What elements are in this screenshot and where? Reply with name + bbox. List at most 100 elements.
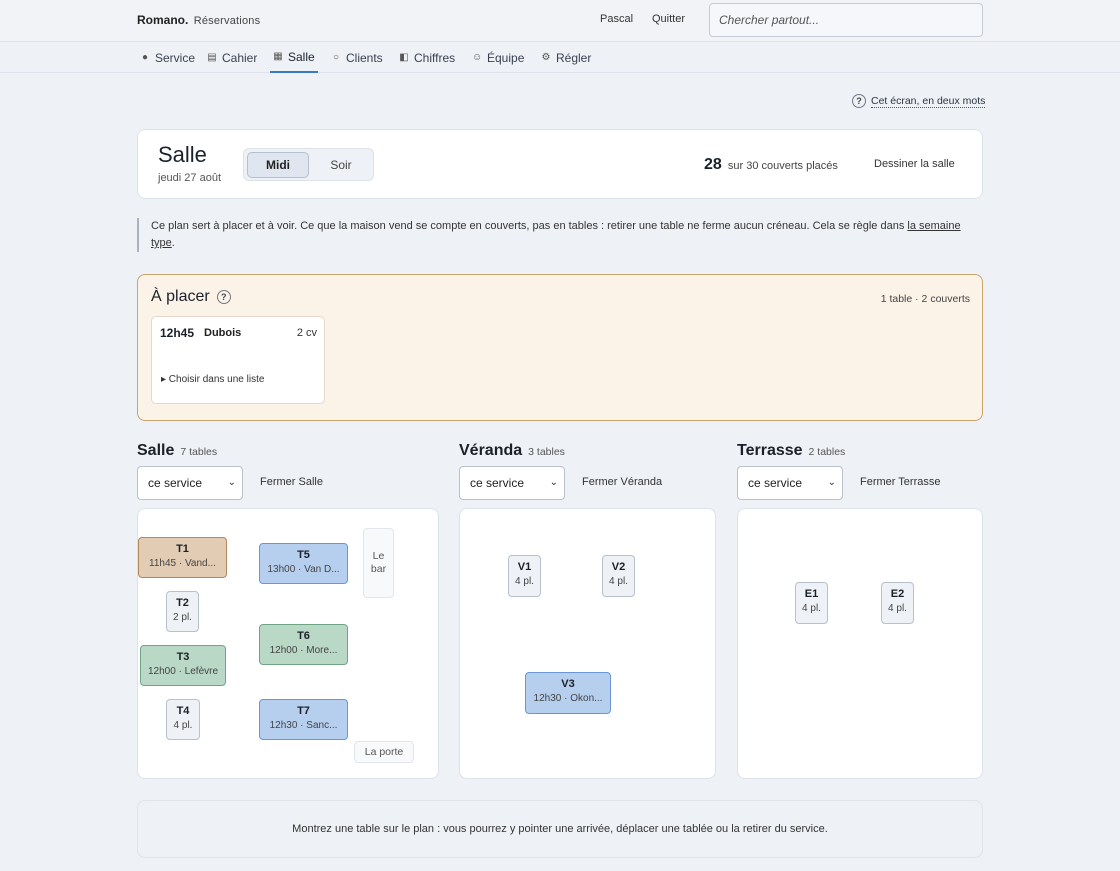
table-info: 12h00 · More... (269, 645, 338, 656)
table-info: 4 pl. (802, 603, 821, 614)
tab-label: Service (155, 50, 196, 65)
table-t3[interactable]: T3 12h00 · Lefèvre (140, 645, 226, 686)
table-id: E1 (804, 588, 819, 600)
page-date: jeudi 27 août (158, 172, 221, 184)
floor-plan-terrasse: E1 4 pl. E2 4 pl. (737, 508, 983, 779)
to-place-count: 1 table · 2 couverts (880, 293, 970, 305)
tab-label: Salle (288, 49, 315, 64)
tab-cahier[interactable]: ▤ Cahier (207, 42, 257, 73)
search-input[interactable] (709, 3, 983, 37)
close-zone-button[interactable]: Fermer Terrasse (860, 476, 940, 488)
choose-from-list-link[interactable]: ▸ Choisir dans une liste (161, 374, 264, 385)
note-end: . (171, 237, 175, 249)
draw-room-button[interactable]: Dessiner la salle (874, 158, 955, 170)
top-bar: Romano. Réservations Pascal Quitter (0, 0, 1120, 42)
to-place-title: À placer ? (151, 288, 231, 306)
reservation-covers: 2 cv (296, 327, 317, 339)
table-info: 4 pl. (888, 603, 907, 614)
tab-equipe[interactable]: ☺ Équipe (472, 42, 524, 73)
zone-service-select[interactable]: ce service ⌄ (459, 466, 565, 500)
covers-suffix: sur 30 couverts placés (727, 160, 838, 172)
close-zone-button[interactable]: Fermer Salle (260, 476, 323, 488)
table-id: T4 (176, 705, 190, 717)
reservation-card[interactable]: 12h45 Dubois 2 cv ▸ Choisir dans une lis… (151, 316, 325, 404)
chevron-down-icon: ⌄ (549, 477, 558, 488)
table-t6[interactable]: T6 12h00 · More... (259, 624, 348, 665)
zone-service-select[interactable]: ce service ⌄ (137, 466, 243, 500)
table-id: V3 (561, 678, 575, 690)
table-t2[interactable]: T2 2 pl. (166, 591, 199, 632)
zone-header-veranda: Véranda 3 tables (459, 442, 565, 460)
table-id: T7 (297, 705, 310, 717)
table-id: V1 (517, 561, 532, 573)
circle-icon: ○ (332, 52, 340, 63)
select-value: ce service (470, 476, 525, 490)
tab-regler[interactable]: ⚙ Régler (541, 42, 592, 73)
table-v1[interactable]: V1 4 pl. (508, 555, 541, 597)
tab-clients[interactable]: ○ Clients (331, 42, 383, 73)
chevron-down-icon: ⌄ (827, 477, 836, 488)
list-icon: ▤ (207, 52, 217, 63)
zone-header-terrasse: Terrasse 2 tables (737, 442, 845, 460)
table-t1[interactable]: T1 11h45 · Vand... (138, 537, 227, 578)
zone-count: 7 tables (180, 446, 218, 458)
table-e2[interactable]: E2 4 pl. (881, 582, 914, 624)
reservation-name: Dubois (204, 327, 242, 339)
brand-name: Romano. (137, 13, 189, 27)
table-id: T5 (297, 549, 310, 561)
question-icon[interactable]: ? (216, 290, 231, 304)
question-icon: ? (852, 94, 866, 108)
service-toggle: Midi Soir (243, 148, 374, 181)
footer-hint: Montrez une table sur le plan : vous pou… (137, 800, 983, 858)
smiley-icon: ☺ (472, 52, 483, 63)
covers-placed: 28 (704, 156, 722, 173)
tab-label: Cahier (222, 50, 258, 65)
covers-summary: 28 sur 30 couverts placés (704, 156, 838, 174)
table-e1[interactable]: E1 4 pl. (795, 582, 828, 624)
table-v3[interactable]: V3 12h30 · Okon... (525, 672, 611, 714)
table-t4[interactable]: T4 4 pl. (166, 699, 200, 740)
tab-service[interactable]: ● Service (140, 42, 195, 73)
main-nav: ● Service ▤ Cahier ▦ Salle ○ Clients ◧ C… (0, 42, 1120, 73)
tab-salle[interactable]: ▦ Salle (270, 42, 318, 73)
table-t5[interactable]: T5 13h00 · Van D... (259, 543, 348, 584)
tab-chiffres[interactable]: ◧ Chiffres (399, 42, 455, 73)
select-value: ce service (748, 476, 803, 490)
brand-section: Réservations (193, 15, 261, 27)
tab-label: Clients (346, 50, 383, 65)
select-value: ce service (148, 476, 203, 490)
table-t7[interactable]: T7 12h30 · Sanc... (259, 699, 348, 740)
table-info: 12h00 · Lefèvre (147, 666, 219, 677)
zone-count: 2 tables (808, 446, 846, 458)
tab-label: Équipe (487, 50, 525, 65)
brand[interactable]: Romano. Réservations (137, 13, 260, 27)
zone-name: Salle (137, 442, 175, 459)
tab-label: Chiffres (414, 50, 456, 65)
zone-name: Terrasse (737, 442, 803, 459)
table-info: 4 pl. (515, 576, 534, 587)
to-place-title-text: À placer (151, 288, 210, 305)
note-text: Ce plan sert à placer et à voir. Ce que … (151, 220, 908, 232)
service-soir-button[interactable]: Soir (310, 152, 372, 178)
header-card: Salle jeudi 27 août Midi Soir 28 sur 30 … (137, 129, 983, 199)
zone-header-salle: Salle 7 tables (137, 442, 217, 460)
table-id: T2 (176, 597, 189, 609)
table-info: 13h00 · Van D... (267, 564, 340, 575)
floor-plan-veranda: V1 4 pl. V2 4 pl. V3 12h30 · Okon... (459, 508, 716, 779)
fixture-bar: Le bar (363, 528, 394, 598)
table-v2[interactable]: V2 4 pl. (602, 555, 635, 597)
user-name[interactable]: Pascal (600, 13, 633, 25)
close-zone-button[interactable]: Fermer Véranda (582, 476, 662, 488)
zone-service-select[interactable]: ce service ⌄ (737, 466, 843, 500)
gear-icon: ⚙ (541, 52, 551, 63)
quit-link[interactable]: Quitter (652, 13, 685, 25)
help-label: Cet écran, en deux mots (871, 94, 986, 108)
table-info: 12h30 · Sanc... (269, 720, 338, 731)
service-midi-button[interactable]: Midi (247, 152, 309, 178)
help-link[interactable]: ? Cet écran, en deux mots (852, 94, 986, 108)
to-place-panel: À placer ? 1 table · 2 couverts 12h45 Du… (137, 274, 983, 421)
zone-count: 3 tables (528, 446, 565, 458)
page-title: Salle (158, 142, 207, 167)
tab-label: Régler (556, 50, 592, 65)
reservation-time: 12h45 (160, 326, 195, 340)
